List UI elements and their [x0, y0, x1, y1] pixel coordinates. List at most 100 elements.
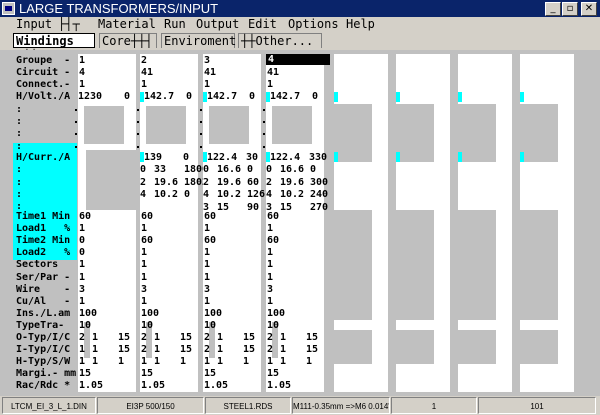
ityp-a[interactable]: 2: [204, 345, 210, 355]
tab-windings[interactable]: Windings ┌┼┤: [13, 33, 95, 63]
tab-enviroment[interactable]: Enviroment: [161, 33, 236, 48]
volt-field[interactable]: 1230: [78, 92, 102, 102]
htyp-b[interactable]: 1: [154, 357, 160, 367]
ityp-b[interactable]: 1: [217, 345, 223, 355]
tap-step[interactable]: 4: [140, 190, 146, 200]
menu-edit[interactable]: Edit: [248, 17, 277, 32]
tap-value[interactable]: 10.2: [154, 190, 178, 200]
menu-input[interactable]: Input: [16, 17, 52, 32]
load1-field[interactable]: 1: [141, 224, 147, 234]
circuit-field[interactable]: 41: [141, 68, 153, 78]
time1-field[interactable]: 60: [141, 212, 153, 222]
serpar-field[interactable]: 1: [204, 273, 210, 283]
group-field[interactable]: 3: [204, 56, 210, 66]
otyp-a[interactable]: 2: [204, 333, 210, 343]
ityp-a[interactable]: 2: [141, 345, 147, 355]
sectors-field[interactable]: 1: [141, 260, 147, 270]
wire-field[interactable]: 3: [141, 285, 147, 295]
tap-angle[interactable]: 270: [310, 202, 328, 213]
connect-field[interactable]: 1: [267, 80, 273, 90]
htyp-b[interactable]: 1: [280, 357, 286, 367]
circuit-field[interactable]: 4: [79, 68, 85, 78]
group-field[interactable]: 1: [79, 56, 85, 66]
margi-field[interactable]: 15: [267, 369, 279, 379]
otyp-a[interactable]: 2: [267, 333, 273, 343]
sectors-field[interactable]: 1: [204, 260, 210, 270]
time2-field[interactable]: 60: [267, 236, 279, 246]
margi-field[interactable]: 15: [204, 369, 216, 379]
rac-field[interactable]: 1.05: [141, 381, 165, 391]
tap-angle[interactable]: 60: [247, 177, 259, 188]
volt-b-field[interactable]: 0: [186, 92, 192, 102]
htyp-c[interactable]: 1: [118, 357, 124, 367]
otyp-a[interactable]: 2: [141, 333, 147, 343]
volt-field[interactable]: 142.7: [270, 92, 300, 102]
otyp-a[interactable]: 2: [79, 333, 85, 343]
tap-angle[interactable]: 90: [247, 202, 259, 213]
time1-field[interactable]: 60: [79, 212, 91, 222]
tap-step[interactable]: 0: [266, 165, 272, 175]
load1-field[interactable]: 1: [267, 224, 273, 234]
otyp-c[interactable]: 15: [243, 333, 255, 343]
circuit-field[interactable]: 41: [267, 68, 279, 78]
typetra-field[interactable]: 10: [204, 321, 216, 331]
tap-value[interactable]: 10.2: [280, 190, 304, 200]
tap-angle[interactable]: 300: [310, 177, 328, 188]
htyp-a[interactable]: 1: [79, 357, 85, 367]
menu-output[interactable]: Output: [196, 17, 239, 32]
otyp-b[interactable]: 1: [154, 333, 160, 343]
ityp-a[interactable]: 2: [267, 345, 273, 355]
sectors-field[interactable]: 1: [79, 260, 85, 270]
curr-b-field[interactable]: 0: [183, 153, 189, 163]
ityp-c[interactable]: 15: [243, 345, 255, 355]
curr-b-field[interactable]: 30: [246, 153, 258, 163]
load2-field[interactable]: 1: [267, 248, 273, 258]
tab-other[interactable]: ┼┼Other...: [238, 33, 322, 48]
margi-field[interactable]: 15: [79, 369, 91, 379]
tap-value[interactable]: 10.2: [217, 190, 241, 200]
ins-field[interactable]: 100: [79, 309, 97, 319]
load2-field[interactable]: 0: [79, 248, 85, 258]
wire-field[interactable]: 3: [79, 285, 85, 295]
ityp-b[interactable]: 1: [154, 345, 160, 355]
menu-help[interactable]: Help: [346, 17, 375, 32]
ityp-b[interactable]: 1: [92, 345, 98, 355]
curr-field[interactable]: 122.4: [270, 153, 300, 163]
ins-field[interactable]: 100: [267, 309, 285, 319]
tap-value[interactable]: 16.6: [217, 165, 241, 175]
htyp-c[interactable]: 1: [243, 357, 249, 367]
connect-field[interactable]: 1: [79, 80, 85, 90]
tap-value[interactable]: 16.6: [280, 165, 304, 175]
cual-field[interactable]: 1: [79, 297, 85, 307]
tap-step[interactable]: 4: [203, 190, 209, 200]
time2-field[interactable]: 60: [141, 236, 153, 246]
cual-field[interactable]: 1: [204, 297, 210, 307]
ityp-b[interactable]: 1: [280, 345, 286, 355]
margi-field[interactable]: 15: [141, 369, 153, 379]
curr-field[interactable]: 122.4: [207, 153, 237, 163]
rac-field[interactable]: 1.05: [267, 381, 291, 391]
wire-field[interactable]: 3: [204, 285, 210, 295]
tap-value[interactable]: 33: [154, 165, 166, 175]
volt-b-field[interactable]: 0: [312, 92, 318, 102]
typetra-field[interactable]: 10: [267, 321, 279, 331]
time1-field[interactable]: 60: [267, 212, 279, 222]
tab-core[interactable]: Core┼┼┤: [99, 33, 157, 48]
cual-field[interactable]: 1: [141, 297, 147, 307]
ityp-c[interactable]: 15: [118, 345, 130, 355]
otyp-b[interactable]: 1: [280, 333, 286, 343]
htyp-c[interactable]: 1: [180, 357, 186, 367]
tap-value[interactable]: 19.6: [280, 177, 304, 188]
otyp-c[interactable]: 15: [180, 333, 192, 343]
ityp-c[interactable]: 15: [306, 345, 318, 355]
ins-field[interactable]: 100: [204, 309, 222, 319]
volt-field[interactable]: 142.7: [207, 92, 237, 102]
htyp-b[interactable]: 1: [217, 357, 223, 367]
serpar-field[interactable]: 1: [141, 273, 147, 283]
htyp-a[interactable]: 1: [141, 357, 147, 367]
connect-field[interactable]: 1: [141, 80, 147, 90]
htyp-c[interactable]: 1: [306, 357, 312, 367]
rac-field[interactable]: 1.05: [79, 381, 103, 391]
rac-field[interactable]: 1.05: [204, 381, 228, 391]
time2-field[interactable]: 0: [79, 236, 85, 246]
